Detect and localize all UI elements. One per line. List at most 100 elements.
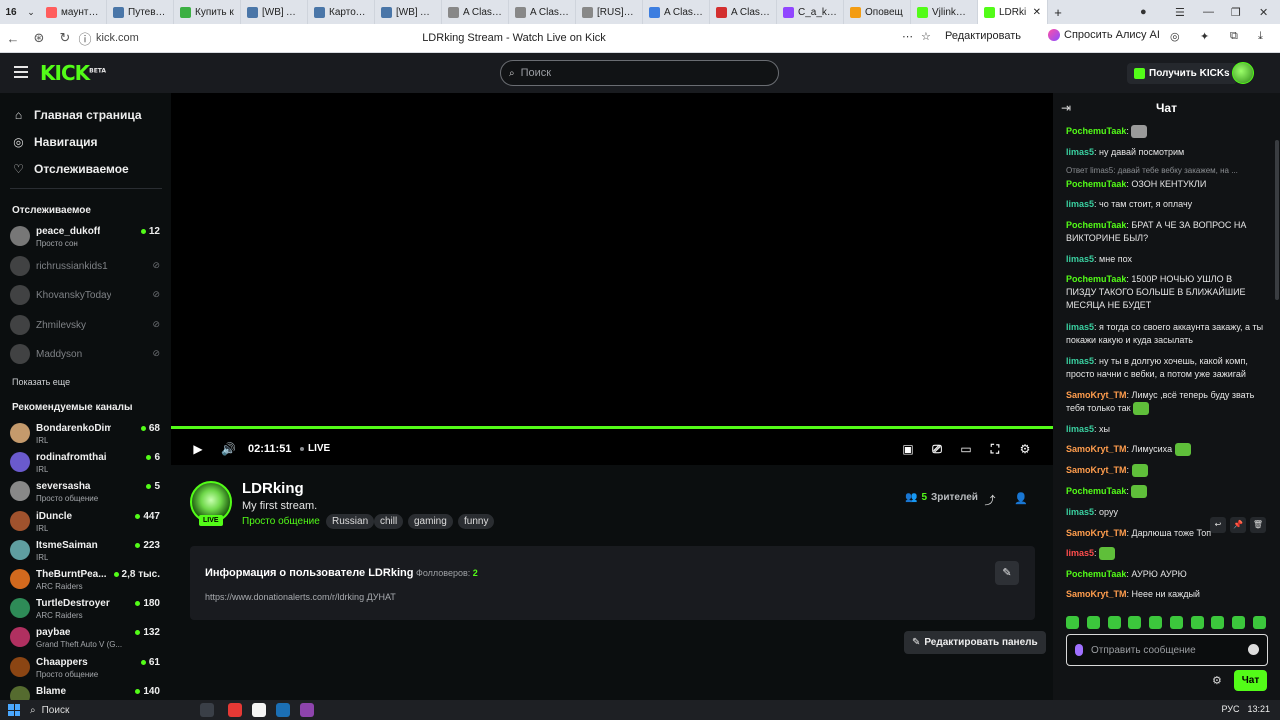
chat-message[interactable]: PochemuTaak: 1500Р НОЧЬЮ УШЛО В ПИЗДУ ТА… [1066, 273, 1264, 312]
following-channel[interactable]: peace_dukoff Просто сон 12 [10, 224, 160, 252]
chat-username[interactable]: PochemuTaak [1066, 220, 1126, 230]
chat-username[interactable]: PochemuTaak [1066, 126, 1126, 136]
chat-emote-icon[interactable] [1099, 547, 1116, 561]
restore-icon[interactable]: ❐ [1231, 0, 1241, 24]
recommended-channel[interactable]: Blame 140 [10, 684, 160, 700]
user-manage-icon[interactable]: 👤 [1014, 492, 1028, 505]
heart-nav-item[interactable]: ♡ Отслеживаемое [12, 162, 129, 176]
reply-preview[interactable]: Ответ limas5: давай тебе вебку закажем, … [1066, 166, 1266, 175]
more-icon[interactable]: ⋯ [902, 30, 913, 43]
chat-message[interactable]: PochemuTaak: [1066, 485, 1264, 499]
quick-emote-icon[interactable] [1086, 616, 1100, 629]
chat-emote-icon[interactable] [1131, 485, 1148, 499]
home-nav-item[interactable]: ⌂ Главная страница [12, 108, 142, 122]
search-input[interactable] [520, 67, 751, 79]
browser-tab[interactable]: Оповещ [844, 0, 911, 24]
chat-message[interactable]: SamoKryt_TM: [1066, 464, 1264, 478]
collections-icon[interactable]: ⧉ [1230, 30, 1238, 43]
recommended-channel[interactable]: paybae Grand Theft Auto V (G... 132 [10, 625, 160, 653]
browser-tab[interactable]: Карточка [308, 0, 375, 24]
quick-emote-icon[interactable] [1066, 616, 1079, 629]
chat-message[interactable]: limas5: ну давай посмотрим [1066, 146, 1264, 159]
browser-tab[interactable]: маунт эн [40, 0, 107, 24]
search-box[interactable]: ⌕ [500, 60, 779, 86]
quick-emote-icon[interactable] [1107, 616, 1121, 629]
browser-tab[interactable]: C_a_k_e_ [777, 0, 844, 24]
chat-emote-icon[interactable] [1131, 125, 1148, 139]
chat-message[interactable]: limas5: я тогда со своего аккаунта закаж… [1066, 321, 1264, 347]
reply-icon[interactable]: ↩ [1210, 517, 1226, 533]
chat-username[interactable]: limas5 [1066, 199, 1094, 209]
chat-message[interactable]: limas5: чо там стоит, я оплачу [1066, 198, 1264, 211]
quick-emote-icon[interactable] [1211, 616, 1225, 629]
browser-app-icon[interactable] [252, 703, 266, 717]
recommended-channel[interactable]: ItsmeSaiman IRL 223 [10, 538, 160, 566]
following-channel[interactable]: Maddyson ⊘ [10, 342, 160, 370]
chat-message[interactable]: PochemuTaak: БРАТ А ЧЕ ЗА ВОПРОС НА ВИКТ… [1066, 219, 1264, 245]
following-channel[interactable]: richrussiankids1 ⊘ [10, 254, 160, 282]
recommended-channel[interactable]: TheBurntPea... ARC Raiders 2,8 тыс. [10, 567, 160, 595]
browser-tab[interactable]: A Clash o [643, 0, 710, 24]
extensions-icon[interactable]: ✦ [1200, 30, 1209, 43]
progress-bar[interactable] [171, 426, 1053, 429]
tab-count[interactable]: 16 [0, 7, 22, 18]
chat-settings-icon[interactable]: ⚙ [1212, 674, 1222, 687]
chat-username[interactable]: limas5 [1066, 254, 1094, 264]
chat-username[interactable]: PochemuTaak [1066, 569, 1126, 579]
delete-icon[interactable]: 🗑 [1250, 517, 1266, 533]
clock[interactable]: 13:21 [1247, 704, 1270, 714]
theater-icon[interactable]: ▭ [959, 442, 973, 456]
chat-username[interactable]: SamoKryt_TM [1066, 390, 1127, 400]
chat-username[interactable]: SamoKryt_TM [1066, 528, 1127, 538]
browser-tab[interactable]: [WB] A C [375, 0, 442, 24]
tag-funny[interactable]: funny [458, 514, 495, 529]
recommended-channel[interactable]: BondarenkoDima IRL 68 [10, 421, 160, 449]
chat-username[interactable]: PochemuTaak [1066, 179, 1126, 189]
chat-message[interactable]: PochemuTaak: [1066, 125, 1264, 139]
quick-emote-icon[interactable] [1190, 616, 1204, 629]
browser-tab[interactable]: Купить к [174, 0, 241, 24]
volume-icon[interactable]: 🔊 [221, 442, 236, 456]
video-player[interactable]: ▶ 🔊 02:11:51 LIVE ▣ ⎚ ▭ ⛶ ⚙ [171, 93, 1053, 465]
close-window-icon[interactable]: ✕ [1259, 0, 1268, 24]
chat-message[interactable]: limas5: мне пох [1066, 253, 1264, 266]
tag-chill[interactable]: chill [374, 514, 404, 529]
get-kicks-button[interactable]: Получить KICKs [1127, 63, 1237, 84]
browser-tab[interactable]: Путеводи [107, 0, 174, 24]
live-indicator[interactable]: LIVE [300, 443, 330, 454]
quick-emote-icon[interactable] [1169, 616, 1183, 629]
channel-name[interactable]: LDRking [242, 480, 304, 497]
profile-icon[interactable]: ● [1140, 0, 1147, 24]
chat-message[interactable]: SamoKryt_TM: Неее ни каждый [1066, 588, 1264, 601]
chat-username[interactable]: limas5 [1066, 548, 1094, 558]
browser-tab[interactable]: A Clash o [442, 0, 509, 24]
chat-message[interactable]: PochemuTaak: ОЗОН КЕНТУКЛИ [1066, 178, 1264, 191]
following-channel[interactable]: KhovanskyToday ⊘ [10, 283, 160, 311]
quick-emote-icon[interactable] [1128, 616, 1142, 629]
chat-message[interactable]: limas5: хы [1066, 423, 1264, 436]
quick-emote-icon[interactable] [1252, 616, 1266, 629]
browser-tab[interactable]: A Clash o [509, 0, 576, 24]
chat-send-button[interactable]: Чат [1234, 670, 1267, 691]
quick-emote-icon[interactable] [1149, 616, 1163, 629]
clip-icon[interactable]: ⎚ [930, 442, 944, 456]
chat-username[interactable]: SamoKryt_TM [1066, 589, 1127, 599]
bookmarks-icon[interactable]: ☰ [1175, 0, 1185, 24]
bookmark-icon[interactable]: ☆ [921, 30, 931, 43]
chat-username[interactable]: SamoKryt_TM [1066, 465, 1127, 475]
discord-app-icon[interactable] [300, 703, 314, 717]
edit-about-icon[interactable]: ✎ [995, 561, 1019, 585]
recommended-channel[interactable]: TurtleDestroyer ARC Raiders 180 [10, 596, 160, 624]
download-icon[interactable]: ⤓ [1258, 30, 1263, 43]
pin-icon[interactable]: 📌 [1230, 517, 1246, 533]
chat-message[interactable]: limas5: ну ты в долгую хочешь, какой ком… [1066, 355, 1264, 381]
donation-link[interactable]: https://www.donationalerts.com/r/ldrking… [205, 592, 396, 602]
chat-username[interactable]: limas5 [1066, 322, 1094, 332]
settings-icon[interactable]: ⚙ [1018, 442, 1032, 456]
menu-icon[interactable] [14, 66, 28, 78]
chat-username[interactable]: PochemuTaak [1066, 274, 1126, 284]
chat-username[interactable]: limas5 [1066, 356, 1094, 366]
lang-indicator[interactable]: РУС [1221, 704, 1239, 714]
minimize-icon[interactable]: — [1203, 0, 1214, 24]
chat-username[interactable]: limas5 [1066, 424, 1094, 434]
